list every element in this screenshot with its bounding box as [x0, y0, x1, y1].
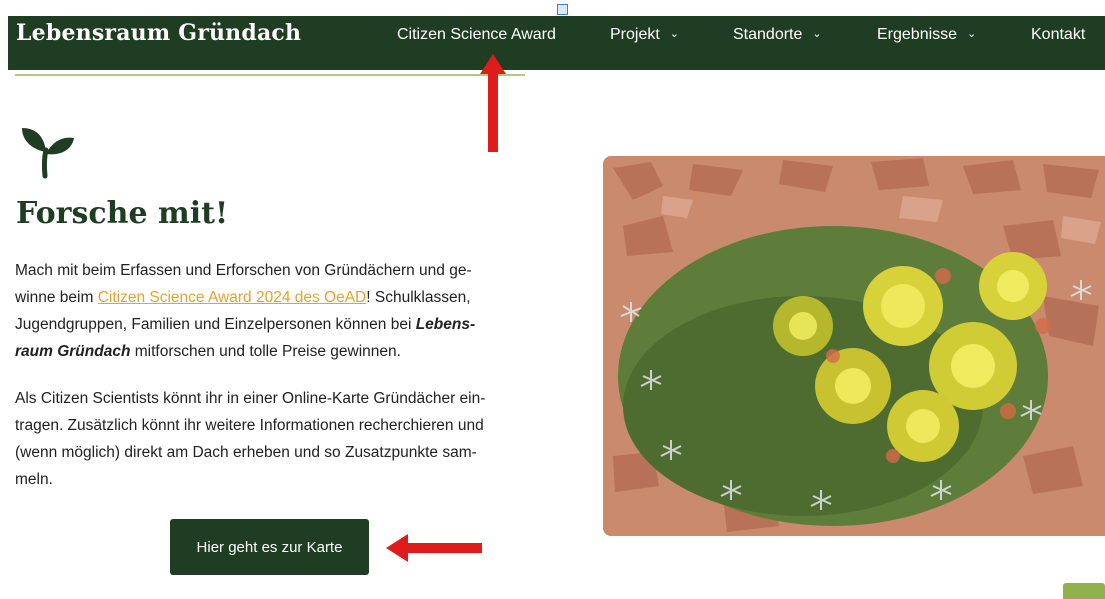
page-title: Forsche mit! [16, 196, 229, 231]
nav-kontakt[interactable]: Kontakt [1031, 26, 1085, 44]
nav-citizen-science-award[interactable]: Citizen Science Award [397, 26, 556, 44]
nav-standorte[interactable]: Standorte ⌄ [733, 26, 822, 44]
annotation-arrow-left-icon [386, 534, 482, 562]
nav-projekt[interactable]: Projekt ⌄ [610, 26, 679, 44]
header-divider [15, 74, 525, 76]
scroll-to-top-button[interactable] [1063, 583, 1105, 599]
sprout-icon [22, 128, 74, 179]
award-link[interactable]: Citizen Science Award 2024 des OeAD [98, 289, 367, 306]
citizen-scientists-paragraph: Als Citizen Scientists könnt ihr in eine… [15, 390, 486, 488]
site-brand[interactable]: Lebensraum Gründach [16, 20, 301, 46]
map-button[interactable]: Hier geht es zur Karte [170, 519, 369, 575]
chevron-down-icon: ⌄ [669, 28, 680, 40]
top-navigation-bar: Lebensraum Gründach Citizen Science Awar… [8, 16, 1105, 70]
nav-ergebnisse[interactable]: Ergebnisse ⌄ [877, 26, 976, 44]
intro-paragraph: Mach mit beim Erfassen und Erforschen vo… [15, 262, 476, 360]
annotation-arrow-up-icon [480, 54, 506, 152]
chevron-down-icon: ⌄ [967, 28, 977, 40]
focus-marker-icon [557, 4, 568, 15]
sedum-photo [603, 156, 1105, 536]
chevron-down-icon: ⌄ [812, 28, 822, 40]
